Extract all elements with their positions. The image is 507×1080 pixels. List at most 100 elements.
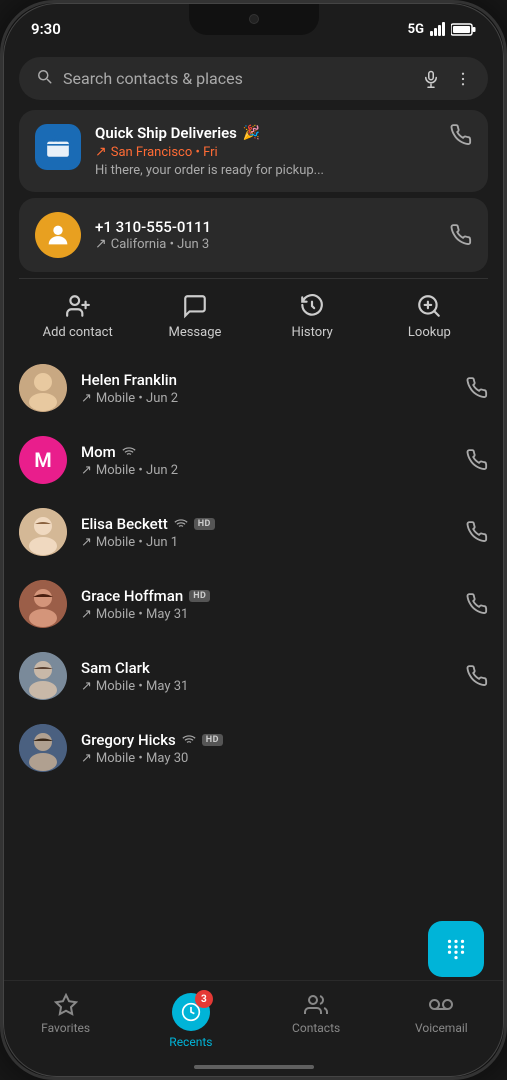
voicemail-label: Voicemail	[415, 1021, 468, 1035]
helen-info: Helen Franklin ↗ Mobile • Jun 2	[81, 371, 452, 406]
contact-item-mom[interactable]: M Mom ↗ Mobile • Jun 2	[3, 424, 504, 496]
home-indicator	[194, 1065, 314, 1069]
network-type: 5G	[408, 22, 424, 37]
unknown-content: +1 310-555-0111 ↗ California • Jun 3	[95, 218, 436, 252]
screen: 9:30 5G	[3, 3, 504, 1077]
call-icon[interactable]	[450, 224, 472, 246]
quick-ship-avatar	[35, 124, 81, 170]
contacts-icon	[304, 993, 328, 1017]
unknown-sub: ↗ California • Jun 3	[95, 236, 436, 252]
favorites-icon	[54, 993, 78, 1017]
grace-info: Grace Hoffman HD ↗ Mobile • May 31	[81, 587, 452, 622]
phone-number: +1 310-555-0111	[95, 218, 436, 236]
microphone-icon[interactable]	[422, 70, 440, 88]
grace-name: Grace Hoffman	[81, 587, 183, 605]
gregory-sub: ↗ Mobile • May 30	[81, 751, 488, 766]
nav-contacts[interactable]: Contacts	[286, 993, 346, 1049]
helen-avatar	[19, 364, 67, 412]
add-contact-button[interactable]: Add contact	[43, 293, 113, 340]
sam-info: Sam Clark ↗ Mobile • May 31	[81, 659, 452, 694]
sam-avatar	[19, 652, 67, 700]
add-contact-icon	[65, 293, 91, 319]
elisa-call-icon[interactable]	[466, 521, 488, 543]
mom-name: Mom	[81, 443, 116, 461]
recents-icon-wrapper: 3	[172, 993, 210, 1031]
quick-ship-emoji: 🎉	[243, 125, 260, 141]
contact-item-elisa[interactable]: Elisa Beckett HD ↗ Mobile • Jun 1	[3, 496, 504, 568]
contact-item-sam[interactable]: Sam Clark ↗ Mobile • May 31	[3, 640, 504, 712]
quick-ship-name: Quick Ship Deliveries	[95, 124, 237, 142]
divider	[19, 278, 488, 279]
signal-icon	[430, 22, 445, 36]
notch	[189, 3, 319, 35]
call-icon[interactable]	[450, 124, 472, 146]
status-icons: 5G	[408, 22, 476, 37]
message-label: Message	[168, 325, 221, 340]
voicemail-icon	[429, 993, 453, 1017]
history-icon	[299, 293, 325, 319]
battery-icon	[451, 23, 476, 36]
history-button[interactable]: History	[277, 293, 347, 340]
elisa-info: Elisa Beckett HD ↗ Mobile • Jun 1	[81, 515, 452, 550]
favorites-label: Favorites	[41, 1021, 90, 1035]
camera	[249, 14, 259, 24]
recents-badge: 3	[195, 990, 213, 1008]
contact-list: Helen Franklin ↗ Mobile • Jun 2 M Mom	[3, 352, 504, 784]
bottom-nav: Favorites 3 Recents	[3, 980, 504, 1077]
helen-sub: ↗ Mobile • Jun 2	[81, 391, 452, 406]
sam-call-icon[interactable]	[466, 665, 488, 687]
nav-recents[interactable]: 3 Recents	[161, 993, 221, 1049]
helen-name: Helen Franklin	[81, 371, 177, 389]
grace-sub: ↗ Mobile • May 31	[81, 607, 452, 622]
gregory-avatar	[19, 724, 67, 772]
contact-item-gregory[interactable]: Gregory Hicks HD ↗ Mobile • May 30	[3, 712, 504, 784]
mom-call-icon[interactable]	[466, 449, 488, 471]
elisa-avatar	[19, 508, 67, 556]
quick-ship-location: ↗ San Francisco • Fri	[95, 144, 428, 160]
elisa-hd-badge: HD	[194, 518, 215, 530]
action-row: Add contact Message History	[3, 285, 504, 352]
lookup-label: Lookup	[408, 325, 451, 340]
unknown-avatar	[35, 212, 81, 258]
wifi-icon	[122, 445, 136, 459]
phone-frame: 9:30 5G	[0, 0, 507, 1080]
gregory-name: Gregory Hicks	[81, 731, 176, 749]
grace-hd-badge: HD	[189, 590, 210, 602]
search-placeholder: Search contacts & places	[63, 69, 412, 88]
history-label: History	[291, 325, 332, 340]
message-icon	[182, 293, 208, 319]
add-contact-label: Add contact	[43, 325, 113, 340]
gregory-wifi-icon	[182, 733, 196, 747]
contact-item-grace[interactable]: Grace Hoffman HD ↗ Mobile • May 31	[3, 568, 504, 640]
contact-item-helen[interactable]: Helen Franklin ↗ Mobile • Jun 2	[3, 352, 504, 424]
keypad-fab[interactable]	[428, 921, 484, 977]
elisa-sub: ↗ Mobile • Jun 1	[81, 535, 452, 550]
sam-sub: ↗ Mobile • May 31	[81, 679, 452, 694]
mom-info: Mom ↗ Mobile • Jun 2	[81, 443, 452, 478]
search-icon	[35, 67, 53, 90]
mom-avatar: M	[19, 436, 67, 484]
nav-voicemail[interactable]: Voicemail	[411, 993, 471, 1049]
lookup-button[interactable]: Lookup	[394, 293, 464, 340]
search-right-icons	[422, 70, 472, 88]
gregory-hd-badge: HD	[202, 734, 223, 746]
unknown-number-card[interactable]: +1 310-555-0111 ↗ California • Jun 3	[19, 198, 488, 272]
quick-ship-card[interactable]: Quick Ship Deliveries 🎉 ↗ San Francisco …	[19, 110, 488, 192]
grace-call-icon[interactable]	[466, 593, 488, 615]
lookup-icon	[416, 293, 442, 319]
elisa-name: Elisa Beckett	[81, 515, 168, 533]
message-button[interactable]: Message	[160, 293, 230, 340]
contacts-label: Contacts	[292, 1021, 340, 1035]
nav-favorites[interactable]: Favorites	[36, 993, 96, 1049]
recents-label: Recents	[169, 1035, 212, 1049]
quick-ship-content: Quick Ship Deliveries 🎉 ↗ San Francisco …	[95, 124, 428, 178]
status-time: 9:30	[31, 20, 61, 38]
gregory-info: Gregory Hicks HD ↗ Mobile • May 30	[81, 731, 488, 766]
sam-name: Sam Clark	[81, 659, 150, 677]
mom-sub: ↗ Mobile • Jun 2	[81, 463, 452, 478]
grace-avatar	[19, 580, 67, 628]
quick-ship-message: Hi there, your order is ready for pickup…	[95, 163, 428, 178]
more-options-icon[interactable]	[454, 70, 472, 88]
search-bar[interactable]: Search contacts & places	[19, 57, 488, 100]
helen-call-icon[interactable]	[466, 377, 488, 399]
